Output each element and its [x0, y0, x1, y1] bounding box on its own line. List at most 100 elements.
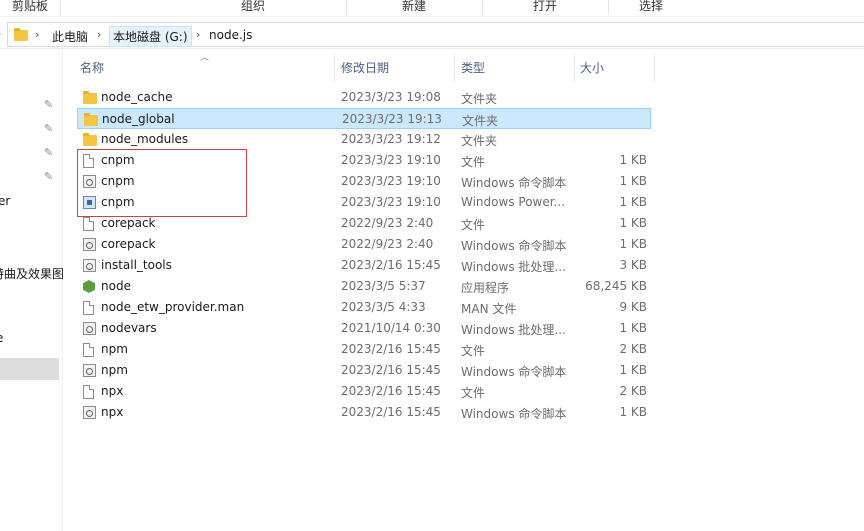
nav-item[interactable]: 特曲及效果图 [0, 265, 64, 282]
ribbon-group-select[interactable]: 选择 [608, 0, 694, 15]
file-size: 1 KB [619, 195, 647, 209]
file-row[interactable]: corepack 2022/9/23 2:40 文件 1 KB [77, 213, 651, 234]
file-type: 文件夹 [461, 134, 498, 148]
address-bar: › › 此电脑 › 本地磁盘 (G:) › node.js [0, 22, 864, 49]
file-type: Windows Power... [461, 195, 566, 209]
file-size: 1 KB [619, 237, 647, 251]
column-divider[interactable] [454, 54, 455, 82]
pin-icon[interactable]: ✎ [44, 146, 53, 159]
file-name: node_cache [101, 90, 173, 104]
column-divider[interactable] [334, 54, 335, 82]
script-icon [83, 406, 96, 419]
navigation-pane[interactable]: ✎ ✎ ✎ ✎ er 特曲及效果图 e [0, 49, 64, 531]
file-date: 2022/9/23 2:40 [341, 237, 434, 251]
file-row[interactable]: install_tools 2023/2/16 15:45 Windows 批处理.… [77, 255, 651, 276]
folder-icon [84, 113, 98, 126]
nav-item-selected[interactable] [0, 358, 59, 380]
file-size: 2 KB [619, 384, 647, 398]
script-icon [83, 175, 96, 188]
file-date: 2023/2/16 15:45 [341, 342, 441, 356]
column-divider[interactable] [654, 54, 655, 82]
file-date: 2023/3/23 19:10 [341, 153, 441, 167]
file-type: Windows 命令脚本 [461, 365, 567, 379]
file-name: npm [101, 342, 128, 356]
file-size: 9 KB [619, 300, 647, 314]
file-name: corepack [101, 216, 156, 230]
script-icon [83, 238, 96, 251]
file-row[interactable]: npm 2023/2/16 15:45 文件 2 KB [77, 339, 651, 360]
column-header-type[interactable]: 类型 [461, 58, 485, 78]
file-row[interactable]: corepack 2022/9/23 2:40 Windows 命令脚本 1 KB [77, 234, 651, 255]
ribbon-group-clipboard[interactable]: 剪贴板 [0, 0, 61, 15]
file-row[interactable]: cnpm 2023/3/23 19:10 文件 1 KB [77, 150, 651, 171]
file-type: 文件夹 [462, 114, 499, 128]
folder-icon [83, 133, 97, 146]
file-type: Windows 批处理... [461, 260, 566, 274]
column-header-date[interactable]: 修改日期 [341, 58, 389, 78]
file-name: cnpm [101, 174, 135, 188]
file-date: 2023/3/23 19:10 [341, 195, 441, 209]
file-row[interactable]: cnpm 2023/3/23 19:10 Windows 命令脚本 1 KB [77, 171, 651, 192]
breadcrumb-nodejs[interactable]: node.js [207, 28, 254, 42]
file-date: 2023/3/23 19:08 [341, 90, 441, 104]
file-row[interactable]: node 2023/3/5 5:37 应用程序 68,245 KB [77, 276, 651, 297]
ribbon-group-open[interactable]: 打开 [482, 0, 609, 15]
file-name: npm [101, 363, 128, 377]
file-size: 68,245 KB [585, 279, 647, 293]
file-type: 文件 [461, 386, 486, 400]
file-row[interactable]: npm 2023/2/16 15:45 Windows 命令脚本 1 KB [77, 360, 651, 381]
file-type: 文件 [461, 155, 486, 169]
powershell-icon [83, 196, 96, 209]
address-box[interactable]: › 此电脑 › 本地磁盘 (G:) › node.js [7, 22, 864, 47]
chevron-right-icon[interactable]: › [196, 28, 200, 41]
file-date: 2023/3/5 4:33 [341, 300, 426, 314]
column-divider[interactable] [574, 54, 575, 82]
file-type: 文件夹 [461, 92, 498, 106]
pin-icon[interactable]: ✎ [44, 170, 53, 183]
sort-ascending-icon: ︿ [200, 53, 210, 63]
file-row[interactable]: node_global 2023/3/23 19:13 文件夹 [77, 108, 651, 129]
folder-icon [14, 28, 28, 41]
column-header-size[interactable]: 大小 [580, 58, 604, 78]
file-name: node_global [102, 112, 175, 126]
nav-item[interactable]: e [0, 331, 3, 345]
file-row[interactable]: npx 2023/2/16 15:45 Windows 命令脚本 1 KB [77, 402, 651, 423]
ribbon-group-organize[interactable]: 组织 [160, 0, 347, 15]
chevron-right-icon[interactable]: › [35, 28, 39, 41]
script-icon [83, 259, 96, 272]
file-date: 2023/3/23 19:10 [341, 174, 441, 188]
file-icon [83, 154, 94, 168]
file-icon [83, 217, 94, 231]
file-name: install_tools [101, 258, 172, 272]
file-name: cnpm [101, 153, 135, 167]
pin-icon[interactable]: ✎ [44, 122, 53, 135]
file-size: 1 KB [619, 405, 647, 419]
file-icon [83, 343, 94, 357]
file-name: npx [101, 405, 124, 419]
file-row[interactable]: nodevars 2021/10/14 0:30 Windows 批处理... 1 K… [77, 318, 651, 339]
file-type: Windows 批处理... [461, 323, 566, 337]
file-icon [83, 385, 94, 399]
file-row[interactable]: node_modules 2023/3/23 19:12 文件夹 [77, 129, 651, 150]
file-icon [83, 301, 94, 315]
file-date: 2023/2/16 15:45 [341, 258, 441, 272]
ribbon-group-new[interactable]: 新建 [346, 0, 483, 15]
nav-item[interactable]: er [0, 194, 10, 208]
file-size: 1 KB [619, 153, 647, 167]
file-size: 3 KB [619, 258, 647, 272]
file-type: 文件 [461, 218, 486, 232]
ribbon: 剪贴板 组织 新建 打开 选择 [0, 0, 864, 17]
chevron-right-icon[interactable]: › [97, 28, 101, 41]
file-date: 2023/3/23 19:12 [341, 132, 441, 146]
file-row[interactable]: node_cache 2023/3/23 19:08 文件夹 [77, 87, 651, 108]
file-name: cnpm [101, 195, 135, 209]
file-row[interactable]: npx 2023/2/16 15:45 文件 2 KB [77, 381, 651, 402]
pin-icon[interactable]: ✎ [44, 98, 53, 111]
breadcrumb-this-pc[interactable]: 此电脑 [50, 28, 90, 45]
breadcrumb-local-disk[interactable]: 本地磁盘 (G:) [109, 26, 192, 47]
file-date: 2023/3/23 19:13 [342, 112, 442, 126]
file-row[interactable]: cnpm 2023/3/23 19:10 Windows Power... 1 KB [77, 192, 651, 213]
file-name: npx [101, 384, 124, 398]
file-row[interactable]: node_etw_provider.man 2023/3/5 4:33 MAN 文件… [77, 297, 651, 318]
column-header-name[interactable]: 名称 [80, 58, 104, 78]
